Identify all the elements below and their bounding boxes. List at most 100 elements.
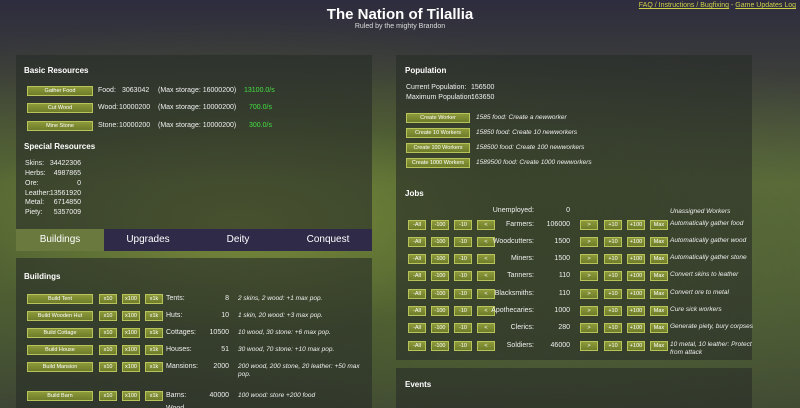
- build-houses-button[interactable]: Build House: [27, 345, 93, 355]
- farmers-minus-1-button[interactable]: -100: [431, 220, 449, 230]
- clerics-plus-3-button[interactable]: Max: [650, 323, 668, 333]
- build-houses-x1k-button[interactable]: x1k: [145, 345, 163, 355]
- woodcutters-plus-0-button[interactable]: >: [580, 237, 598, 247]
- build-tents-x100-button[interactable]: x100: [122, 294, 140, 304]
- miners-plus-0-button[interactable]: >: [580, 254, 598, 264]
- farmers-plus-1-button[interactable]: +10: [604, 220, 622, 230]
- build-houses-x10-button[interactable]: x10: [99, 345, 117, 355]
- build-cottages-x100-button[interactable]: x100: [122, 328, 140, 338]
- soldiers-minus-0-button[interactable]: -All: [408, 341, 426, 351]
- apothecaries-minus-1-button[interactable]: -100: [431, 306, 449, 316]
- build-mansions-button[interactable]: Build Mansion: [27, 362, 93, 372]
- build-huts-x10-button[interactable]: x10: [99, 311, 117, 321]
- tanners-minus-0-button[interactable]: -All: [408, 271, 426, 281]
- blacksmiths-minus-2-button[interactable]: -10: [454, 289, 472, 299]
- build-huts-button[interactable]: Build Wooden Hut: [27, 311, 93, 321]
- apothecaries-desc: Cure sick workers: [670, 306, 722, 313]
- farmers-plus-0-button[interactable]: >: [580, 220, 598, 230]
- farmers-plus-3-button[interactable]: Max: [650, 220, 668, 230]
- woodcutters-plus-3-button[interactable]: Max: [650, 237, 668, 247]
- ore-label: Ore:: [25, 180, 39, 187]
- mine-stone-button[interactable]: Mine Stone: [27, 121, 93, 131]
- woodcutters-plus-1-button[interactable]: +10: [604, 237, 622, 247]
- jobs-panel: [396, 180, 752, 360]
- build-cottages-x10-button[interactable]: x10: [99, 328, 117, 338]
- clerics-minus-0-button[interactable]: -All: [408, 323, 426, 333]
- clerics-minus-1-button[interactable]: -100: [431, 323, 449, 333]
- clerics-minus-2-button[interactable]: -10: [454, 323, 472, 333]
- miners-minus-2-button[interactable]: -10: [454, 254, 472, 264]
- build-barns-x100-button[interactable]: x100: [122, 391, 140, 401]
- apothecaries-minus-0-button[interactable]: -All: [408, 306, 426, 316]
- build-mansions-x100-button[interactable]: x100: [122, 362, 140, 372]
- farmers-plus-2-button[interactable]: +100: [627, 220, 645, 230]
- create-workers-button-2[interactable]: Create 100 Workers: [406, 143, 470, 153]
- build-mansions-x1k-button[interactable]: x1k: [145, 362, 163, 372]
- unemployed-count: 0: [566, 207, 570, 214]
- woodcutters-minus-0-button[interactable]: -All: [408, 237, 426, 247]
- farmers-count: 106000: [546, 221, 570, 228]
- blacksmiths-minus-0-button[interactable]: -All: [408, 289, 426, 299]
- soldiers-minus-1-button[interactable]: -100: [431, 341, 449, 351]
- soldiers-minus-2-button[interactable]: -10: [454, 341, 472, 351]
- soldiers-plus-2-button[interactable]: +100: [627, 341, 645, 351]
- tanners-plus-0-button[interactable]: >: [580, 271, 598, 281]
- build-barns-button[interactable]: Build Barn: [27, 391, 93, 401]
- farmers-minus-0-button[interactable]: -All: [408, 220, 426, 230]
- clerics-plus-0-button[interactable]: >: [580, 323, 598, 333]
- build-tents-x10-button[interactable]: x10: [99, 294, 117, 304]
- updates-log-link[interactable]: Game Updates Log: [735, 2, 796, 9]
- woodcutters-label: Woodcutters:: [492, 238, 534, 245]
- soldiers-plus-1-button[interactable]: +10: [604, 341, 622, 351]
- build-barns-x10-button[interactable]: x10: [99, 391, 117, 401]
- miners-plus-2-button[interactable]: +100: [627, 254, 645, 264]
- apothecaries-plus-3-button[interactable]: Max: [650, 306, 668, 316]
- tab-deity[interactable]: Deity: [194, 229, 282, 251]
- miners-minus-0-button[interactable]: -All: [408, 254, 426, 264]
- build-huts-x100-button[interactable]: x100: [122, 311, 140, 321]
- blacksmiths-plus-2-button[interactable]: +100: [627, 289, 645, 299]
- build-houses-x100-button[interactable]: x100: [122, 345, 140, 355]
- create-workers-button-3[interactable]: Create 1000 Workers: [406, 158, 470, 168]
- create-workers-button-1[interactable]: Create 10 Workers: [406, 128, 470, 138]
- build-barns-x1k-button[interactable]: x1k: [145, 391, 163, 401]
- farmers-minus-2-button[interactable]: -10: [454, 220, 472, 230]
- build-tents-button[interactable]: Build Tent: [27, 294, 93, 304]
- blacksmiths-plus-0-button[interactable]: >: [580, 289, 598, 299]
- apothecaries-plus-2-button[interactable]: +100: [627, 306, 645, 316]
- apothecaries-minus-2-button[interactable]: -10: [454, 306, 472, 316]
- clerics-plus-2-button[interactable]: +100: [627, 323, 645, 333]
- woodcutters-minus-2-button[interactable]: -10: [454, 237, 472, 247]
- build-cottages-x1k-button[interactable]: x1k: [145, 328, 163, 338]
- tab-upgrades[interactable]: Upgrades: [104, 229, 192, 251]
- gather-food-button[interactable]: Gather Food: [27, 86, 93, 96]
- tanners-plus-3-button[interactable]: Max: [650, 271, 668, 281]
- tab-buildings[interactable]: Buildings: [16, 229, 104, 251]
- soldiers-plus-0-button[interactable]: >: [580, 341, 598, 351]
- tanners-minus-2-button[interactable]: -10: [454, 271, 472, 281]
- woodcutters-minus-1-button[interactable]: -100: [431, 237, 449, 247]
- blacksmiths-plus-1-button[interactable]: +10: [604, 289, 622, 299]
- tanners-plus-2-button[interactable]: +100: [627, 271, 645, 281]
- build-cottages-button[interactable]: Build Cottage: [27, 328, 93, 338]
- miners-plus-1-button[interactable]: +10: [604, 254, 622, 264]
- clerics-plus-1-button[interactable]: +10: [604, 323, 622, 333]
- blacksmiths-plus-3-button[interactable]: Max: [650, 289, 668, 299]
- tanners-plus-1-button[interactable]: +10: [604, 271, 622, 281]
- wood-amount: 10000200: [119, 104, 151, 111]
- build-mansions-x10-button[interactable]: x10: [99, 362, 117, 372]
- apothecaries-plus-1-button[interactable]: +10: [604, 306, 622, 316]
- soldiers-plus-3-button[interactable]: Max: [650, 341, 668, 351]
- build-tents-x1k-button[interactable]: x1k: [145, 294, 163, 304]
- miners-minus-1-button[interactable]: -100: [431, 254, 449, 264]
- create-workers-button-0[interactable]: Create Worker: [406, 113, 470, 123]
- apothecaries-plus-0-button[interactable]: >: [580, 306, 598, 316]
- blacksmiths-minus-1-button[interactable]: -100: [431, 289, 449, 299]
- build-huts-x1k-button[interactable]: x1k: [145, 311, 163, 321]
- miners-plus-3-button[interactable]: Max: [650, 254, 668, 264]
- woodcutters-plus-2-button[interactable]: +100: [627, 237, 645, 247]
- tanners-minus-1-button[interactable]: -100: [431, 271, 449, 281]
- tab-conquest[interactable]: Conquest: [284, 229, 372, 251]
- cut-wood-button[interactable]: Cut Wood: [27, 103, 93, 113]
- faq-link[interactable]: FAQ / Instructions / Bugfixing: [639, 2, 729, 9]
